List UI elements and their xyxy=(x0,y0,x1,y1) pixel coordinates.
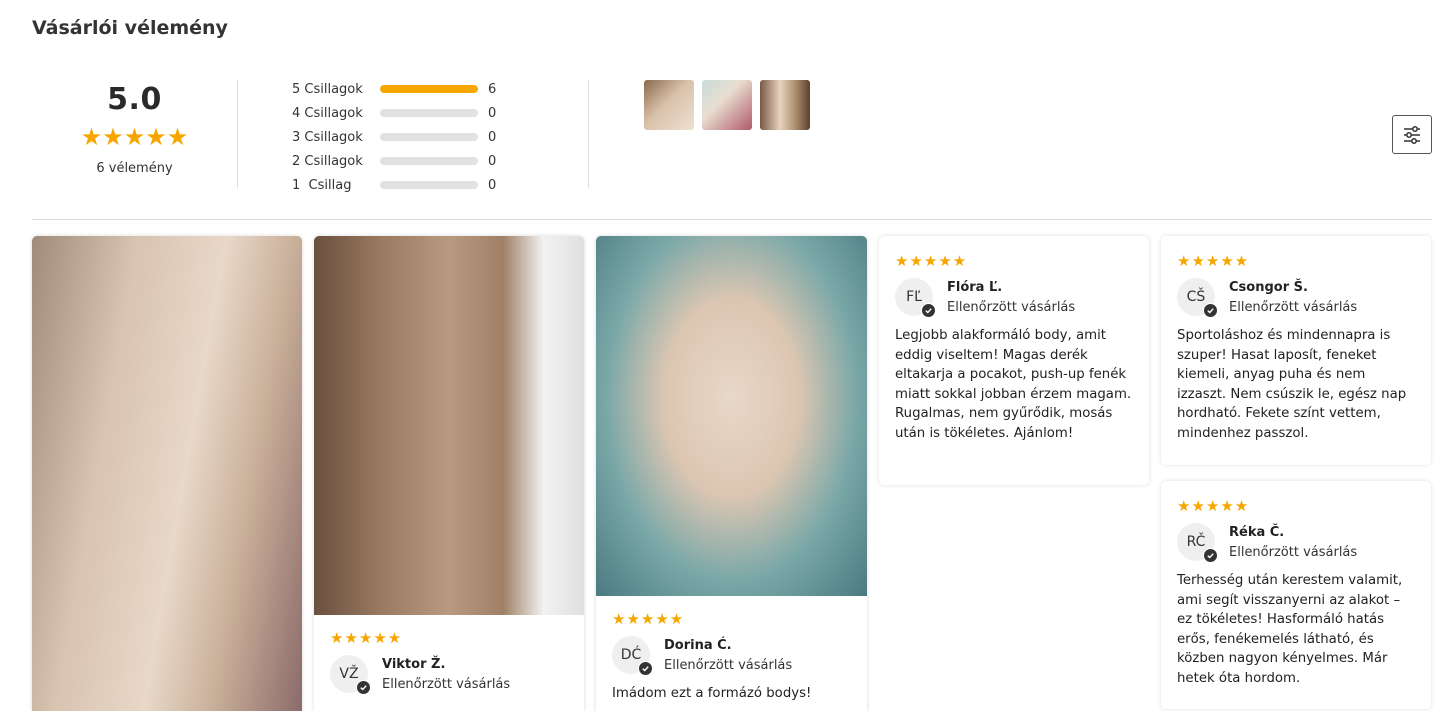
sliders-icon xyxy=(1404,125,1420,144)
verified-purchase: Ellenőrzött vásárlás xyxy=(1229,544,1358,560)
average-rating: 5.0 xyxy=(107,82,162,117)
review-card[interactable]: ★★★★★ FĽ Flóra Ľ. Ellenőrzött vásárlás L… xyxy=(879,236,1149,485)
average-stars: ★★★★★ xyxy=(80,123,189,151)
check-badge-icon xyxy=(638,661,653,676)
reviewer-name: Dorina Ć. xyxy=(664,637,732,653)
breakdown-count: 0 xyxy=(488,129,497,145)
verified-purchase: Ellenőrzött vásárlás xyxy=(1229,299,1358,315)
breakdown-count: 6 xyxy=(488,81,497,97)
reviewer-name: Csongor Š. xyxy=(1229,279,1308,295)
check-badge-icon xyxy=(921,303,936,318)
review-photo[interactable] xyxy=(32,236,302,711)
breakdown-row-3[interactable]: 3 Csillagok 0 xyxy=(292,125,508,149)
verified-purchase: Ellenőrzött vásárlás xyxy=(947,299,1076,315)
breakdown-bar xyxy=(380,181,478,189)
review-stars: ★★★★★ xyxy=(1177,497,1250,515)
avatar: DĆ xyxy=(612,636,653,676)
avatar-initials: VŽ xyxy=(339,666,359,682)
breakdown-label: 4 Csillagok xyxy=(292,105,363,121)
breakdown-row-4[interactable]: 4 Csillagok 0 xyxy=(292,101,508,125)
divider xyxy=(237,80,238,188)
review-text: Terhesség után kerestem valamit, ami seg… xyxy=(1177,573,1403,686)
filter-button[interactable] xyxy=(1392,115,1432,154)
review-text: Sportoláshoz és mindennapra is szuper! H… xyxy=(1177,328,1407,441)
breakdown-bar xyxy=(380,85,478,93)
review-count: 6 vélemény xyxy=(96,161,173,176)
review-card-photo[interactable] xyxy=(32,236,302,711)
review-stars: ★★★★★ xyxy=(895,252,968,270)
avatar: FĽ xyxy=(895,278,936,318)
rating-breakdown: 5 Csillagok 6 4 Csillagok 0 3 Csillagok … xyxy=(292,77,508,197)
check-badge-icon xyxy=(1203,303,1218,318)
section-divider xyxy=(32,219,1432,220)
breakdown-label: 5 Csillagok xyxy=(292,81,363,97)
breakdown-label: 1 Csillag xyxy=(292,177,352,193)
breakdown-row-5[interactable]: 5 Csillagok 6 xyxy=(292,77,508,101)
photo-thumbnails xyxy=(644,80,810,130)
breakdown-bar xyxy=(380,157,478,165)
reviewer-name: Flóra Ľ. xyxy=(947,279,1003,295)
breakdown-row-1[interactable]: 1 Csillag 0 xyxy=(292,173,508,197)
review-stars: ★★★★★ xyxy=(330,629,403,647)
breakdown-count: 0 xyxy=(488,153,497,169)
review-text: Legjobb alakformáló body, amit eddig vis… xyxy=(895,328,1132,441)
check-badge-icon xyxy=(356,680,371,695)
breakdown-bar xyxy=(380,133,478,141)
review-card[interactable]: ★★★★★ DĆ Dorina Ć. Ellenőrzött vásárlás … xyxy=(596,236,867,711)
breakdown-label: 2 Csillagok xyxy=(292,153,363,169)
avatar-initials: CŠ xyxy=(1186,289,1206,305)
review-card[interactable]: ★★★★★ CŠ Csongor Š. Ellenőrzött vásárlás… xyxy=(1161,236,1431,465)
review-photo[interactable] xyxy=(314,236,584,615)
check-badge-icon xyxy=(1203,548,1218,563)
divider xyxy=(588,80,589,188)
avatar: RČ xyxy=(1177,523,1218,563)
reviewer-name: Réka Č. xyxy=(1229,524,1285,540)
reviewer-name: Viktor Ž. xyxy=(382,656,446,672)
review-card[interactable]: ★★★★★ VŽ Viktor Ž. Ellenőrzött vásárlás xyxy=(314,236,584,711)
breakdown-bar xyxy=(380,109,478,117)
rating-summary: 5.0 ★★★★★ 6 vélemény xyxy=(32,80,237,188)
breakdown-count: 0 xyxy=(488,177,497,193)
breakdown-count: 0 xyxy=(488,105,497,121)
avatar-initials: FĽ xyxy=(906,289,922,305)
breakdown-label: 3 Csillagok xyxy=(292,129,363,145)
verified-purchase: Ellenőrzött vásárlás xyxy=(664,657,793,673)
photo-thumbnail[interactable] xyxy=(702,80,752,130)
avatar-initials: RČ xyxy=(1186,534,1206,550)
photo-thumbnail[interactable] xyxy=(760,80,810,130)
review-card[interactable]: ★★★★★ RČ Réka Č. Ellenőrzött vásárlás Te… xyxy=(1161,481,1431,709)
review-stars: ★★★★★ xyxy=(612,610,685,628)
avatar: CŠ xyxy=(1177,278,1218,318)
photo-thumbnail[interactable] xyxy=(644,80,694,130)
review-text: Imádom ezt a formázó bodys! xyxy=(612,686,812,701)
avatar: VŽ xyxy=(330,655,371,695)
breakdown-bar-fill xyxy=(380,85,478,93)
section-title: Vásárlói vélemény xyxy=(32,17,228,39)
verified-purchase: Ellenőrzött vásárlás xyxy=(382,676,511,692)
review-photo[interactable] xyxy=(596,236,867,596)
avatar-initials: DĆ xyxy=(620,647,642,663)
review-stars: ★★★★★ xyxy=(1177,252,1250,270)
breakdown-row-2[interactable]: 2 Csillagok 0 xyxy=(292,149,508,173)
